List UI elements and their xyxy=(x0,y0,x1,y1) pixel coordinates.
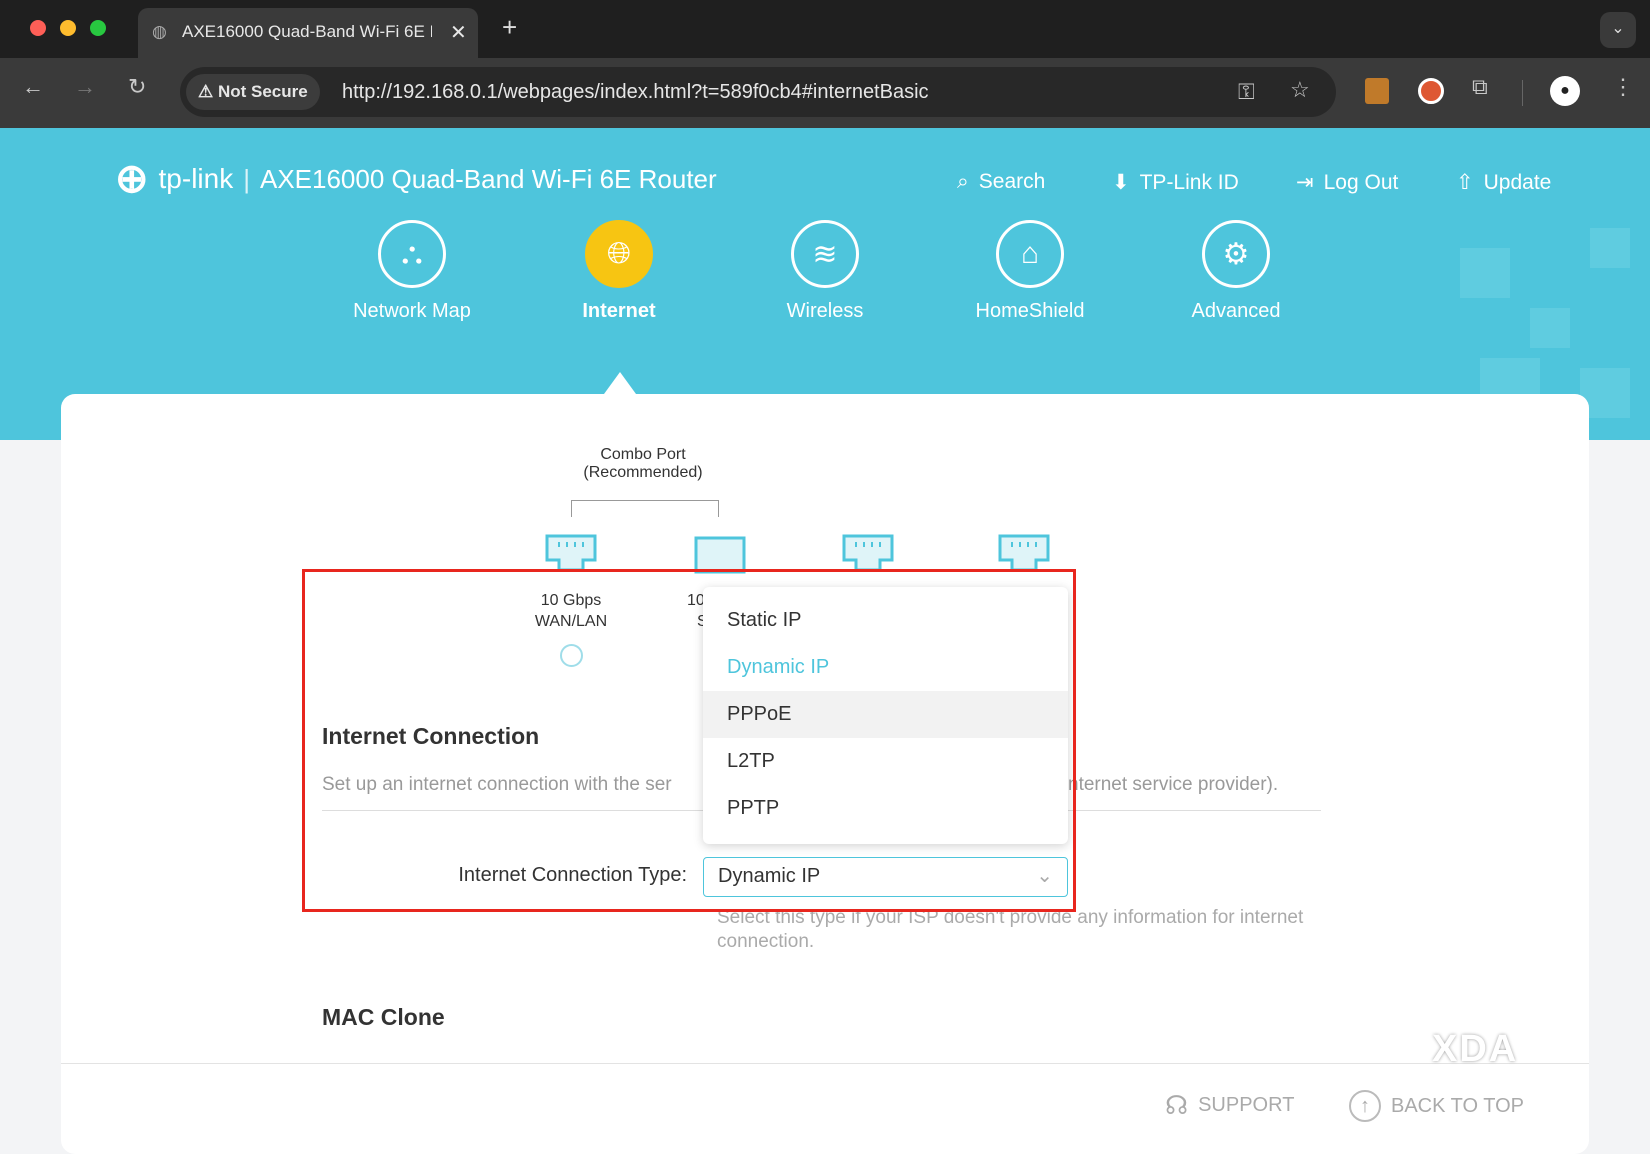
logout-label: Log Out xyxy=(1323,170,1399,194)
wifi-icon: ≋ xyxy=(791,220,859,288)
toolbar-divider xyxy=(1522,80,1523,106)
support-link[interactable]: ☊ SUPPORT xyxy=(1165,1090,1294,1121)
nav-label: Advanced xyxy=(1191,300,1281,322)
browser-tab-bar: ◍ AXE16000 Quad-Band Wi-Fi 6E Router ✕ +… xyxy=(0,0,1650,58)
globe-icon: 🌐︎ xyxy=(585,220,653,288)
user-id-icon: ⬇ xyxy=(1112,171,1130,194)
extension-icon[interactable] xyxy=(1365,78,1389,104)
tp-link-id-link[interactable]: ⬇ TP-Link ID xyxy=(1112,170,1239,195)
search-link[interactable]: ⌕ Search xyxy=(957,170,1045,194)
tp-link-logo: ⊕ tp-link | AXE16000 Quad-Band Wi-Fi 6E … xyxy=(115,157,717,201)
reload-icon[interactable]: ↻ xyxy=(128,74,146,100)
back-to-top-link[interactable]: ↑ BACK TO TOP xyxy=(1349,1090,1524,1122)
extensions-puzzle-icon[interactable]: ⧉ xyxy=(1472,74,1488,100)
update-link[interactable]: ⇧ Update xyxy=(1456,170,1551,195)
xda-watermark: XDA xyxy=(1432,1028,1519,1070)
profile-icon[interactable]: ● xyxy=(1550,76,1580,106)
forward-icon[interactable]: → xyxy=(74,74,96,100)
nav-label: Network Map xyxy=(353,300,471,322)
nav-label: Wireless xyxy=(786,300,864,322)
back-icon[interactable]: ← xyxy=(22,74,44,100)
headset-icon: ☊ xyxy=(1165,1090,1189,1120)
highlight-box xyxy=(302,569,1076,912)
close-tab-icon[interactable]: ✕ xyxy=(450,20,467,45)
nav-network-map[interactable]: ⛬ Network Map xyxy=(332,220,492,323)
menu-icon[interactable]: ⋮ xyxy=(1612,74,1634,100)
shield-home-icon: ⌂ xyxy=(996,220,1064,288)
search-icon: ⌕ xyxy=(957,170,969,193)
nav-homeshield[interactable]: ⌂ HomeShield xyxy=(950,220,1110,323)
back-to-top-label: BACK TO TOP xyxy=(1391,1094,1525,1117)
mac-clone-title: MAC Clone xyxy=(322,1004,445,1030)
ethernet-port-icon xyxy=(998,534,1050,572)
ethernet-port-icon xyxy=(842,534,894,572)
nav-wireless[interactable]: ≋ Wireless xyxy=(745,220,905,323)
nav-pointer xyxy=(604,372,636,394)
security-chip[interactable]: ⚠ Not Secure xyxy=(186,74,320,110)
security-label: Not Secure xyxy=(217,82,308,101)
combo-bracket xyxy=(571,500,719,517)
star-icon[interactable]: ☆ xyxy=(1290,77,1310,103)
tab-search-icon[interactable]: ⌄ xyxy=(1600,12,1636,48)
brand-name: tp-link xyxy=(158,163,234,194)
minimize-window-button[interactable] xyxy=(60,20,76,36)
tp-link-id-label: TP-Link ID xyxy=(1139,170,1239,194)
tab-title: AXE16000 Quad-Band Wi-Fi 6E Router xyxy=(182,22,432,41)
new-tab-icon[interactable]: + xyxy=(502,12,517,43)
product-name: AXE16000 Quad-Band Wi-Fi 6E Router xyxy=(259,163,717,194)
connection-type-help: Select this type if your ISP doesn't pro… xyxy=(717,907,1304,952)
footer: ☊ SUPPORT ↑ BACK TO TOP xyxy=(61,1063,1589,1141)
combo-port-label: Combo Port (Recommended) xyxy=(583,446,703,481)
logout-icon: ⇥ xyxy=(1296,171,1314,194)
nav-internet[interactable]: 🌐︎ Internet xyxy=(539,220,699,323)
gear-icon: ⚙ xyxy=(1202,220,1270,288)
update-label: Update xyxy=(1483,170,1552,194)
address-bar[interactable]: ⚠ Not Secure http://192.168.0.1/webpages… xyxy=(180,67,1336,117)
nav-label: HomeShield xyxy=(975,300,1085,322)
globe-icon: ◍ xyxy=(152,22,167,41)
duckduckgo-icon[interactable] xyxy=(1418,78,1444,104)
nav-label: Internet xyxy=(582,300,656,322)
nav-advanced[interactable]: ⚙ Advanced xyxy=(1156,220,1316,323)
update-icon: ⇧ xyxy=(1456,171,1474,194)
search-label: Search xyxy=(978,170,1046,193)
maximize-window-button[interactable] xyxy=(90,20,106,36)
url-text[interactable]: http://192.168.0.1/webpages/index.html?t… xyxy=(342,67,929,117)
arrow-up-icon: ↑ xyxy=(1349,1090,1381,1122)
support-label: SUPPORT xyxy=(1198,1094,1295,1116)
section-desc-right: nternet service provider). xyxy=(1068,774,1279,795)
key-icon[interactable]: ⚿ xyxy=(1238,79,1255,105)
logout-link[interactable]: ⇥ Log Out xyxy=(1296,170,1398,195)
browser-toolbar: ← → ↻ ⚠ Not Secure http://192.168.0.1/we… xyxy=(0,58,1650,128)
close-window-button[interactable] xyxy=(30,20,46,36)
tp-link-logo-mark: ⊕ xyxy=(115,157,149,201)
network-map-icon: ⛬ xyxy=(378,220,446,288)
browser-tab[interactable]: ◍ AXE16000 Quad-Band Wi-Fi 6E Router ✕ xyxy=(138,8,478,58)
ethernet-port-icon xyxy=(545,534,597,572)
